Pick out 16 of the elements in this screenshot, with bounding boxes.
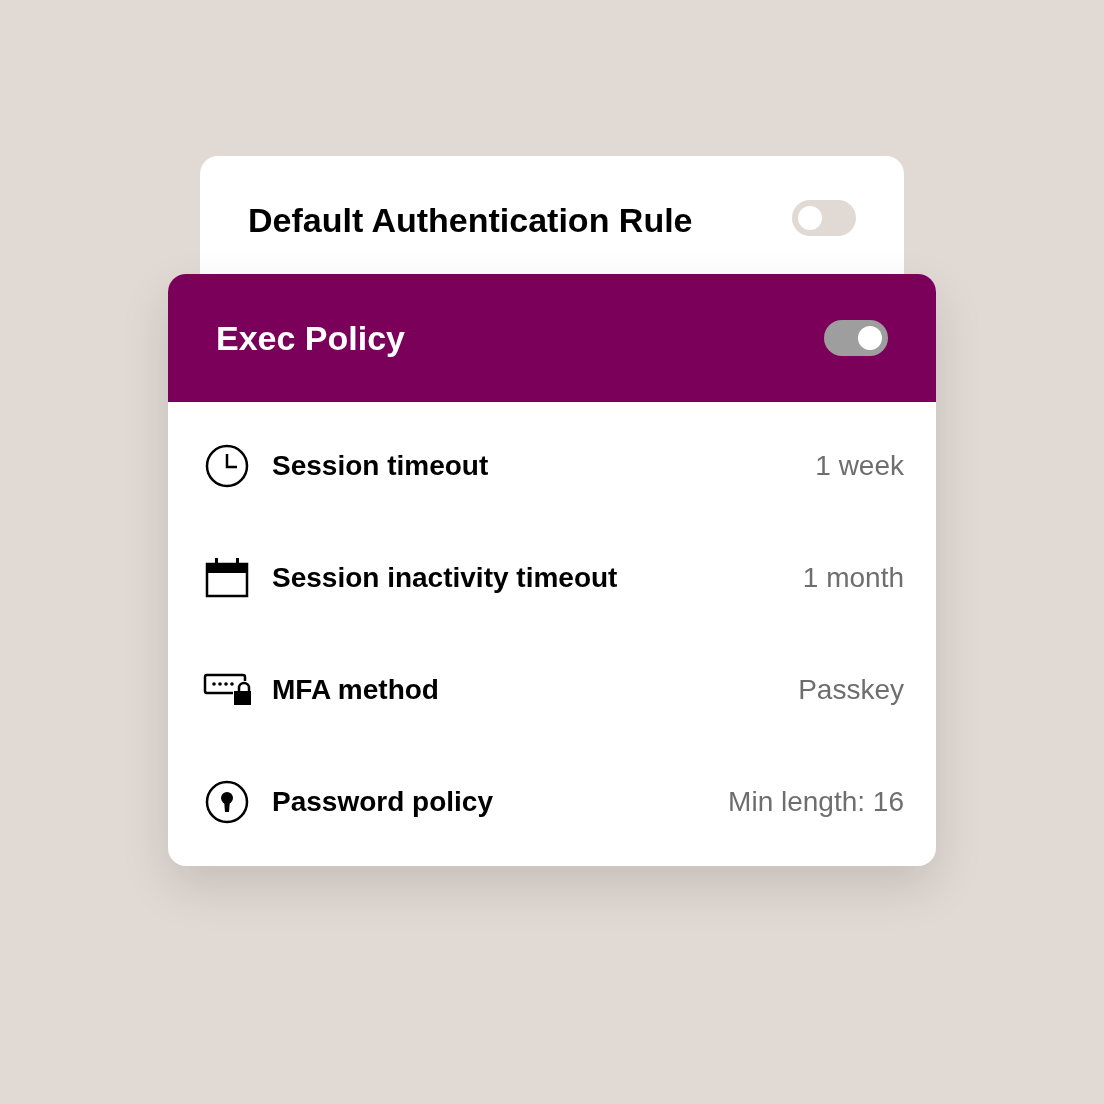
setting-value: Min length: 16 [728,785,904,819]
setting-value: 1 week [815,449,904,483]
setting-label: Session timeout [272,449,489,483]
setting-label: Session inactivity timeout [272,561,618,595]
keyhole-icon [205,780,249,824]
toggle-switch[interactable] [824,320,888,356]
setting-label: Password policy [272,785,493,819]
password-lock-icon [203,673,251,707]
clock-icon [205,444,249,488]
setting-value: Passkey [798,673,904,707]
calendar-icon [205,558,249,598]
policy-title: Exec Policy [216,317,405,359]
rule-title: Default Authentication Rule [248,200,693,240]
setting-label: MFA method [272,673,439,707]
setting-value: 1 month [802,561,904,595]
toggle-switch[interactable] [792,200,856,236]
